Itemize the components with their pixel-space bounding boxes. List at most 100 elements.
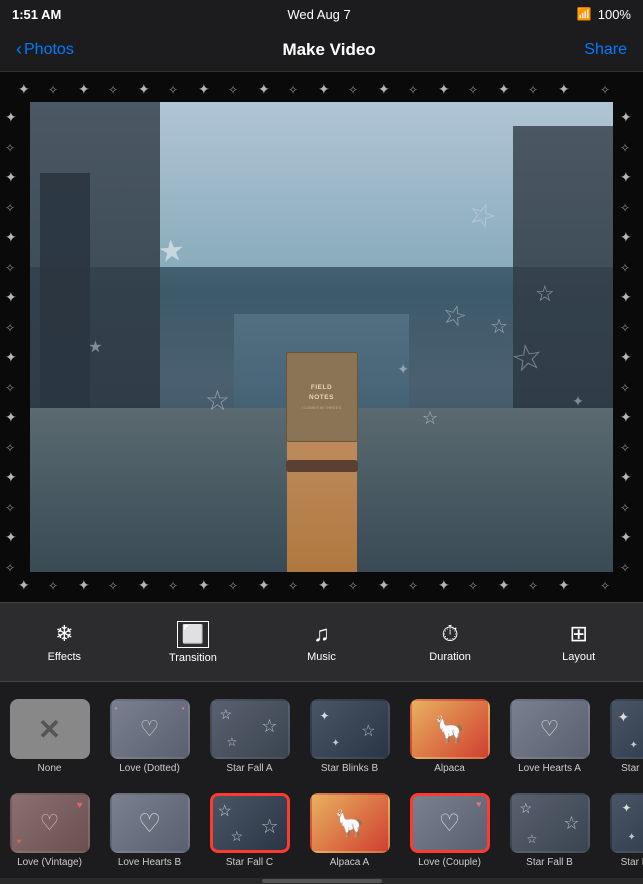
svg-text:✧: ✧ xyxy=(48,579,58,593)
svg-text:✦: ✦ xyxy=(318,577,330,593)
svg-text:✧: ✧ xyxy=(408,83,418,97)
svg-text:✧: ✧ xyxy=(168,579,178,593)
svg-text:✦: ✦ xyxy=(5,409,17,425)
back-button[interactable]: ‹ Photos xyxy=(16,39,74,60)
effect-star-fall-c[interactable]: ☆ ☆ ☆ Star Fall C xyxy=(202,780,297,874)
svg-text:✧: ✧ xyxy=(5,261,15,275)
effect-none[interactable]: ✕ None xyxy=(2,686,97,780)
effect-star-fall-a[interactable]: ☆ ☆ ☆ Star Fall A xyxy=(202,686,297,780)
effect-star-blinks-c-label: Star Blinks C xyxy=(621,857,643,868)
svg-text:✦: ✦ xyxy=(378,81,390,97)
svg-text:✧: ✧ xyxy=(168,83,178,97)
svg-text:✦: ✦ xyxy=(558,577,570,593)
svg-text:✧: ✧ xyxy=(288,579,298,593)
duration-label: Duration xyxy=(429,651,471,663)
effect-none-thumb: ✕ xyxy=(10,699,90,759)
home-indicator xyxy=(262,879,382,883)
effect-star-blinks-b[interactable]: ✦ ☆ ✦ Star Blinks B xyxy=(302,686,397,780)
svg-text:✦: ✦ xyxy=(620,169,632,185)
status-right: 📶 100% xyxy=(577,7,631,22)
svg-text:✧: ✧ xyxy=(528,579,538,593)
svg-text:✦: ✦ xyxy=(620,529,632,545)
svg-text:✦: ✦ xyxy=(620,469,632,485)
video-preview: .star-b { fill: none; stroke: white; str… xyxy=(0,72,643,602)
toolbar-duration[interactable]: ⏱ Duration xyxy=(386,621,515,663)
effect-love-vintage-label: Love (Vintage) xyxy=(17,857,82,868)
svg-text:✦: ✦ xyxy=(258,577,270,593)
effect-love-hearts-b-label: Love Hearts B xyxy=(118,857,181,868)
toolbar-transition[interactable]: ⬜ Transition xyxy=(129,621,258,664)
effect-love-dotted-thumb: ♡ • • xyxy=(110,699,190,759)
effect-love-dotted[interactable]: ♡ • • Love (Dotted) xyxy=(102,686,197,780)
svg-text:✦: ✦ xyxy=(5,289,17,305)
toolbar-effects[interactable]: ❄ Effects xyxy=(0,621,129,663)
effect-star-fall-b-label: Star Fall B xyxy=(526,857,573,868)
share-button[interactable]: Share xyxy=(584,41,627,59)
svg-text:✦: ✦ xyxy=(18,81,30,97)
svg-text:✦: ✦ xyxy=(620,109,632,125)
effect-star-fall-c-label: Star Fall C xyxy=(226,857,273,868)
toolbar-music[interactable]: ♫ Music xyxy=(257,621,386,663)
effect-love-vintage[interactable]: ♡ ♥ ♥ Love (Vintage) xyxy=(2,780,97,874)
svg-text:✧: ✧ xyxy=(228,83,238,97)
effect-star-blinks-c-thumb: ✦ ☆ ✦ xyxy=(610,793,643,853)
home-indicator-bar xyxy=(0,878,643,884)
effect-alpaca[interactable]: 🦙 Alpaca xyxy=(402,686,497,780)
svg-text:✦: ✦ xyxy=(438,577,450,593)
svg-text:✧: ✧ xyxy=(108,83,118,97)
effect-love-hearts-a-thumb: ♡ xyxy=(510,699,590,759)
effect-star-blinks-c[interactable]: ✦ ☆ ✦ Star Blinks C xyxy=(602,780,643,874)
svg-text:✦: ✦ xyxy=(138,81,150,97)
effect-alpaca-a[interactable]: 🦙 Alpaca A xyxy=(302,780,397,874)
svg-text:✦: ✦ xyxy=(620,229,632,245)
effect-star-fall-a-thumb: ☆ ☆ ☆ xyxy=(210,699,290,759)
transition-icon: ⬜ xyxy=(177,621,209,648)
svg-text:✦: ✦ xyxy=(558,81,570,97)
effect-love-hearts-b[interactable]: ♡ Love Hearts B xyxy=(102,780,197,874)
chevron-left-icon: ‹ xyxy=(16,39,22,60)
music-icon: ♫ xyxy=(313,621,330,647)
duration-icon: ⏱ xyxy=(441,621,458,647)
effect-love-couple-thumb: ♡ ♥ xyxy=(410,793,490,853)
effects-grid: ✕ None ♡ ♥ ♥ Love (Vintage) ♡ • • xyxy=(0,682,643,878)
effect-star-fall-c-thumb: ☆ ☆ ☆ xyxy=(210,793,290,853)
effect-alpaca-thumb: 🦙 xyxy=(410,699,490,759)
svg-text:✦: ✦ xyxy=(198,577,210,593)
svg-text:✦: ✦ xyxy=(5,529,17,545)
effect-love-hearts-a[interactable]: ♡ Love Hearts A xyxy=(502,686,597,780)
svg-text:✧: ✧ xyxy=(5,201,15,215)
svg-text:✧: ✧ xyxy=(620,561,630,575)
toolbar-layout[interactable]: ⊞ Layout xyxy=(514,621,643,663)
svg-text:✧: ✧ xyxy=(600,579,610,593)
status-time: 1:51 AM xyxy=(12,7,61,22)
svg-text:✧: ✧ xyxy=(620,381,630,395)
music-label: Music xyxy=(307,651,336,663)
svg-text:✧: ✧ xyxy=(108,579,118,593)
svg-text:✦: ✦ xyxy=(498,81,510,97)
svg-text:✧: ✧ xyxy=(5,441,15,455)
effect-alpaca-a-thumb: 🦙 xyxy=(310,793,390,853)
svg-text:✦: ✦ xyxy=(18,577,30,593)
svg-text:✦: ✦ xyxy=(378,577,390,593)
effect-star-fall-b-thumb: ☆ ☆ ☆ xyxy=(510,793,590,853)
layout-label: Layout xyxy=(562,651,595,663)
svg-text:✦: ✦ xyxy=(318,81,330,97)
svg-text:✧: ✧ xyxy=(468,579,478,593)
effect-star-blinks-a[interactable]: ✦ ☆ ✦ Star Blinks A xyxy=(602,686,643,780)
toolbar: ❄ Effects ⬜ Transition ♫ Music ⏱ Duratio… xyxy=(0,602,643,682)
svg-text:✧: ✧ xyxy=(288,83,298,97)
effect-star-fall-b[interactable]: ☆ ☆ ☆ Star Fall B xyxy=(502,780,597,874)
svg-text:✧: ✧ xyxy=(468,83,478,97)
svg-text:✦: ✦ xyxy=(78,577,90,593)
effect-star-fall-a-label: Star Fall A xyxy=(226,763,272,774)
svg-text:✧: ✧ xyxy=(620,321,630,335)
svg-text:✦: ✦ xyxy=(5,469,17,485)
effect-love-couple[interactable]: ♡ ♥ Love (Couple) xyxy=(402,780,497,874)
svg-text:✧: ✧ xyxy=(620,501,630,515)
battery-label: 100% xyxy=(598,7,631,22)
effect-star-blinks-b-thumb: ✦ ☆ ✦ xyxy=(310,699,390,759)
effect-love-hearts-b-thumb: ♡ xyxy=(110,793,190,853)
svg-text:✧: ✧ xyxy=(228,579,238,593)
status-bar: 1:51 AM Wed Aug 7 📶 100% xyxy=(0,0,643,28)
svg-text:✧: ✧ xyxy=(620,141,630,155)
